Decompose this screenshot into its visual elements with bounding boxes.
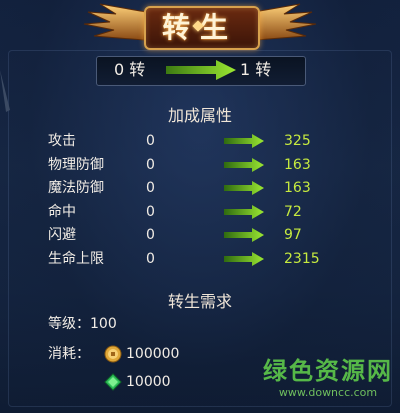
attribute-row: 生命上限 0 2315 [0,248,400,270]
attribute-to-value: 97 [284,227,302,243]
rebirth-panel: 转生 0 转 1 转 加成属性 攻击 0 325 物理防御 0 163 魔法防御 0 163 命中… [0,0,400,413]
attribute-row: 魔法防御 0 163 [0,177,400,199]
green-arrow-icon [224,181,264,195]
watermark-title: 绿色资源网 [263,357,393,385]
attribute-label: 命中 [48,203,76,220]
attribute-from-value: 0 [146,203,155,220]
gold-coin-icon [104,345,122,363]
attribute-label: 魔法防御 [48,180,104,196]
green-arrow-icon [224,228,264,242]
attribute-row: 闪避 0 97 [0,224,400,246]
attribute-from-value: 0 [146,133,155,149]
attribute-to-value: 2315 [284,250,320,267]
attribute-row: 命中 0 72 [0,201,400,223]
rebirth-from: 0 转 [114,60,146,79]
requirements-heading: 转生需求 [167,292,232,311]
attribute-to-value: 163 [284,180,311,196]
attributes-heading: 加成属性 [167,106,232,125]
attribute-label: 攻击 [48,133,76,149]
attribute-from-value: 0 [146,180,155,196]
green-arrow-icon [224,134,264,148]
attribute-label: 生命上限 [48,250,104,267]
green-arrow-icon [166,60,236,80]
attribute-to-value: 72 [284,203,302,220]
attribute-label: 闪避 [48,227,76,243]
attribute-to-value: 325 [284,133,311,149]
attribute-from-value: 0 [146,156,155,173]
attribute-row: 物理防御 0 163 [0,154,400,176]
green-arrow-icon [224,251,264,266]
cost-label: 消耗： [48,346,90,362]
green-arrow-icon [224,204,264,219]
green-arrow-icon [224,157,264,172]
attribute-row: 攻击 0 325 [0,130,400,152]
rebirth-to: 1 转 [240,60,272,79]
watermark-url: www.downcc.com [278,386,378,399]
gem-cost: 10000 [126,374,171,390]
watermark: 绿色资源网 www.downcc.com [262,356,394,400]
title-emblem: 转生 [80,0,320,54]
attribute-from-value: 0 [146,250,155,267]
gold-cost: 100000 [126,346,180,362]
attribute-from-value: 0 [146,227,155,243]
level-requirement: 等级：100 [48,316,117,332]
attribute-label: 物理防御 [48,156,104,173]
green-gem-icon [104,373,122,391]
attribute-to-value: 163 [284,156,311,173]
